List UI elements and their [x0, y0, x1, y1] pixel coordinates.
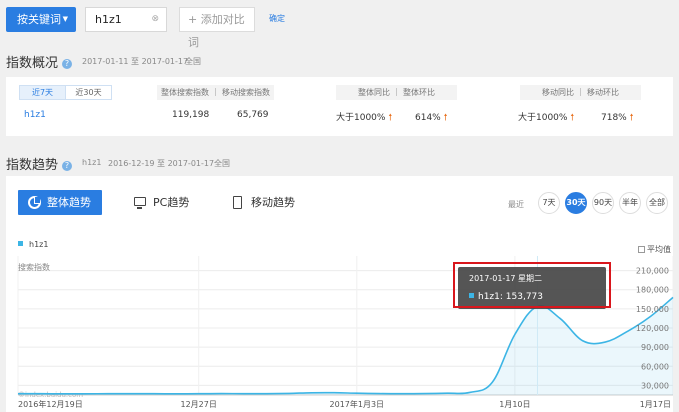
x-tick-label: 1月10日 [499, 400, 530, 409]
overall-mom: 614% 🠕 [415, 110, 447, 126]
clear-icon[interactable]: ⊗ [151, 8, 159, 31]
arrow-up-icon: 🠕 [443, 113, 448, 123]
period-tabs: 近7天 近30天 [19, 85, 112, 100]
x-tick-labels: 2016年12月19日 12月27日 2017年1月3日 1月10日 1月17日 [18, 399, 671, 409]
keyword-input[interactable]: h1z1 ⊗ [85, 7, 167, 32]
mobile-mom-value: 718% [601, 113, 627, 123]
x-tick-label: 12月27日 [181, 400, 217, 409]
y-tick-label: 30,000 [641, 381, 669, 390]
y-tick-label: 90,000 [641, 343, 669, 352]
trend-keyword: h1z1 [82, 158, 102, 167]
confirm-button[interactable]: 确定 [269, 13, 285, 24]
x-tick-label: 2017年1月3日 [330, 399, 385, 409]
overall-mom-value: 614% [415, 113, 441, 123]
add-compare-label: 添加对比词 [188, 13, 245, 49]
chevron-down-icon: ▼ [62, 15, 68, 23]
mobile-yoy: 大于1000% 🠕 [518, 110, 574, 126]
overview-keyword-link[interactable]: h1z1 [24, 110, 46, 120]
help-icon[interactable]: ? [62, 161, 73, 171]
trend-region: 全国 [214, 159, 230, 168]
overall-search-index: 119,198 [172, 110, 210, 120]
mobile-search-index: 65,769 [237, 110, 269, 120]
arrow-up-icon: 🠕 [629, 113, 634, 123]
overview-date-range: 2017-01-11 至 2017-01-17 [82, 57, 189, 66]
overall-yoy: 大于1000% 🠕 [336, 110, 392, 126]
trend-title-text: 指数趋势 [6, 158, 59, 173]
mobile-mom: 718% 🠕 [601, 110, 633, 126]
y-tick-label: 180,000 [636, 286, 669, 295]
y-tick-label: 120,000 [636, 324, 669, 333]
y-tick-label: 150,000 [636, 305, 669, 314]
arrow-up-icon: 🠕 [388, 113, 393, 123]
x-tick-label: 1月17日 [640, 400, 671, 409]
overview-region: 全国 [185, 57, 201, 66]
header-mobile-compare: 移动同比 ｜ 移动环比 [520, 85, 641, 100]
overview-title: 指数概况? [6, 52, 73, 71]
keyword-mode-label: 按关键词 [17, 13, 61, 26]
plus-icon: + [188, 13, 198, 26]
x-tick-label: 2016年12月19日 [18, 399, 83, 409]
overall-yoy-value: 大于1000% [336, 113, 386, 123]
keyword-mode-dropdown[interactable]: 按关键词 ▼ [6, 7, 76, 32]
header-overall-compare: 整体同比 ｜ 整体环比 [336, 85, 457, 100]
help-icon[interactable]: ? [62, 59, 73, 69]
mobile-yoy-value: 大于1000% [518, 113, 568, 123]
y-tick-label: 60,000 [641, 362, 669, 371]
header-search-index: 整体搜索指数 ｜ 移动搜索指数 [157, 85, 274, 100]
y-axis-label: 搜索指数 [18, 262, 50, 272]
arrow-up-icon: 🠕 [570, 113, 575, 123]
series-area [18, 297, 673, 395]
overview-panel: 近7天 近30天 整体搜索指数 ｜ 移动搜索指数 整体同比 ｜ 整体环比 移动同… [6, 77, 673, 136]
top-toolbar: 按关键词 ▼ h1z1 ⊗ + 添加对比词 确定 [0, 0, 679, 49]
trend-date-range: 2016-12-19 至 2017-01-17 [108, 159, 215, 168]
highlight-box [453, 262, 611, 308]
add-compare-input[interactable]: + 添加对比词 [179, 7, 255, 49]
y-tick-label: 210,000 [636, 267, 669, 276]
trend-title: 指数趋势? [6, 154, 73, 173]
keyword-input-value: h1z1 [95, 13, 122, 26]
tab-7-days[interactable]: 近7天 [20, 86, 65, 99]
overview-title-text: 指数概况 [6, 56, 59, 71]
tab-30-days[interactable]: 近30天 [65, 86, 111, 99]
